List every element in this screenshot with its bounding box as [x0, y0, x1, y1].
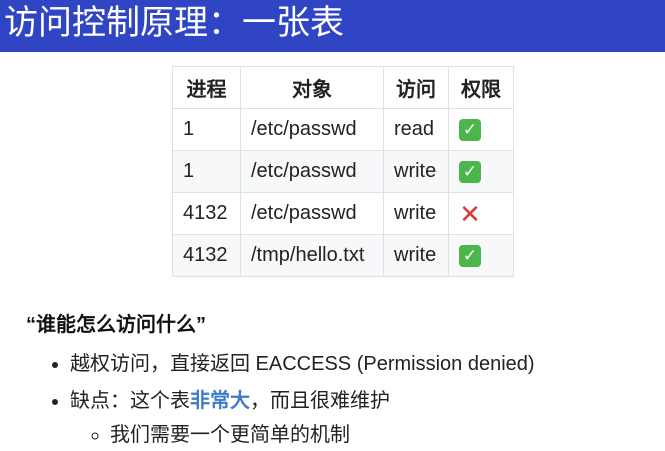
- cross-icon: ✕: [459, 198, 481, 229]
- table-row: 1 /etc/passwd write ✓: [172, 150, 514, 193]
- header-permission: 权限: [448, 66, 514, 109]
- header-access: 访问: [383, 66, 449, 109]
- cell-process: 4132: [172, 234, 241, 277]
- cell-object: /tmp/hello.txt: [240, 234, 384, 277]
- cell-object: /etc/passwd: [240, 108, 384, 151]
- section-heading: “谁能怎么访问什么”: [26, 314, 206, 336]
- cell-permission: ✓: [448, 150, 514, 193]
- check-icon: ✓: [459, 118, 481, 141]
- bullet-list: 越权访问，直接返回 EACCESS (Permission denied) 缺点…: [30, 346, 535, 450]
- table-row: 4132 /tmp/hello.txt write ✓: [172, 234, 514, 277]
- header-process: 进程: [172, 66, 241, 109]
- cell-process: 1: [172, 150, 241, 193]
- cell-process: 4132: [172, 192, 241, 235]
- sub-bullet-list: 我们需要一个更简单的机制: [70, 420, 535, 450]
- bullet-text-pre: 缺点：这个表: [70, 390, 190, 412]
- cell-access: write: [383, 192, 449, 235]
- check-icon: ✓: [459, 160, 481, 183]
- sub-bullet-text: 我们需要一个更简单的机制: [110, 424, 350, 446]
- cell-object: /etc/passwd: [240, 150, 384, 193]
- cell-object: /etc/passwd: [240, 192, 384, 235]
- table-row: 4132 /etc/passwd write ✕: [172, 192, 514, 235]
- cell-permission: ✓: [448, 234, 514, 277]
- check-icon: ✓: [459, 244, 481, 267]
- list-item: 我们需要一个更简单的机制: [110, 420, 535, 450]
- bullet-text-post: ，而且很难维护: [250, 390, 390, 412]
- access-control-table: 进程 对象 访问 权限 1 /etc/passwd read ✓ 1 /etc/…: [172, 66, 514, 277]
- cell-permission: ✓: [448, 108, 514, 151]
- cell-access: read: [383, 108, 449, 151]
- slide-title: 访问控制原理：一张表: [4, 4, 344, 42]
- table-row: 1 /etc/passwd read ✓: [172, 108, 514, 151]
- cell-permission: ✕: [448, 192, 514, 235]
- cell-process: 1: [172, 108, 241, 151]
- bullet-text: 越权访问，直接返回 EACCESS (Permission denied): [70, 353, 535, 375]
- cell-access: write: [383, 150, 449, 193]
- cell-access: write: [383, 234, 449, 277]
- slide-title-bar: 访问控制原理：一张表: [0, 0, 665, 52]
- emphasis-text: 非常大: [190, 390, 250, 412]
- table-header-row: 进程 对象 访问 权限: [172, 66, 514, 109]
- header-object: 对象: [240, 66, 384, 109]
- list-item: 越权访问，直接返回 EACCESS (Permission denied): [70, 346, 535, 383]
- list-item: 缺点：这个表非常大，而且很难维护 我们需要一个更简单的机制: [70, 383, 535, 450]
